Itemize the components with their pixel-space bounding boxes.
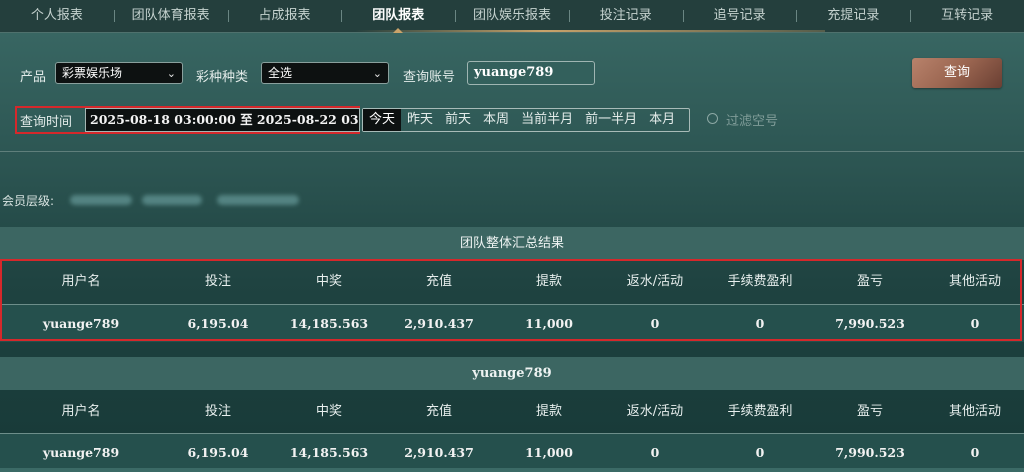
summary-title: 团队整体汇总结果: [0, 227, 1024, 260]
game-type-select-value: 全选: [268, 66, 293, 80]
redacted-text: [217, 195, 299, 205]
quick-range-button[interactable]: 本周: [477, 109, 515, 131]
redacted-text: [70, 195, 132, 205]
column-header: 用户名: [61, 404, 101, 419]
detail-header-row: 用户名 投注 中奖 充值 提款 返水/活动 手续费盈利 盈亏 其他活动: [0, 390, 1024, 433]
tab-item[interactable]: 充提记录: [796, 0, 910, 32]
product-select-value: 彩票娱乐场: [62, 66, 123, 80]
table-cell: yuange789: [42, 445, 120, 460]
member-level-label: 会员层级:: [2, 194, 55, 208]
time-range-input[interactable]: 2025-08-18 03:00:00 至 2025-08-22 03:00:0…: [85, 108, 360, 132]
column-header: 中奖: [315, 404, 342, 419]
quick-range-button[interactable]: 当前半月: [515, 109, 579, 131]
game-type-select[interactable]: 全选 ⌄: [261, 62, 389, 84]
table-cell: 14,185.563: [289, 445, 369, 460]
query-button[interactable]: 查询: [912, 58, 1002, 88]
chevron-down-icon: ⌄: [166, 67, 176, 80]
tab-item[interactable]: 个人报表: [0, 0, 114, 32]
quick-range-button[interactable]: 前天: [439, 109, 477, 131]
active-tab-underline: [355, 30, 825, 32]
report-tabs: 个人报表 团队体育报表 占成报表 团队报表 团队娱乐报表 投注记录 追号记录 充提记录 互转记录: [0, 0, 1024, 33]
table-cell: 0: [650, 445, 660, 460]
table-cell: 0: [755, 445, 765, 460]
column-header: 提款: [535, 404, 562, 419]
table-cell: 7,990.523: [835, 445, 905, 460]
account-input[interactable]: yuange789: [467, 61, 595, 85]
redacted-text: [142, 195, 202, 205]
game-type-label: 彩种种类: [196, 70, 249, 85]
tab-item[interactable]: 追号记录: [682, 0, 797, 32]
tab-item[interactable]: 占成报表: [227, 0, 342, 32]
column-header: 其他活动: [948, 404, 1001, 419]
quick-range-button[interactable]: 本月: [643, 109, 681, 131]
filter-empty-label[interactable]: 过滤空号: [726, 110, 778, 129]
column-header: 充值: [425, 404, 452, 419]
table-cell: 2,910.437: [404, 445, 474, 460]
detail-data-row: yuange789 6,195.04 14,185.563 2,910.437 11,0…: [0, 434, 1024, 472]
product-label: 产品: [20, 70, 47, 85]
product-select[interactable]: 彩票娱乐场 ⌄: [55, 62, 183, 84]
highlight-box-summary: [0, 259, 1022, 341]
quick-range-button[interactable]: 前一半月: [579, 109, 643, 131]
tab-item[interactable]: 投注记录: [568, 0, 683, 32]
chevron-down-icon: ⌄: [372, 67, 382, 80]
tab-item[interactable]: 互转记录: [910, 0, 1024, 32]
tab-item[interactable]: 团队娱乐报表: [455, 0, 569, 32]
divider: [0, 151, 1024, 152]
tab-item[interactable]: 团队报表: [341, 0, 455, 33]
account-label: 查询账号: [403, 70, 456, 85]
column-header: 投注: [204, 404, 231, 419]
quick-range-group: 今天 昨天 前天 本周 当前半月 前一半月 本月: [362, 108, 690, 132]
filter-empty-radio[interactable]: [707, 113, 718, 124]
table-cell: 6,195.04: [187, 445, 249, 460]
column-header: 盈亏: [856, 404, 883, 419]
column-header: 返水/活动: [626, 404, 684, 419]
table-cell: 0: [970, 445, 980, 460]
quick-range-button[interactable]: 昨天: [401, 109, 439, 131]
detail-title: yuange789: [0, 357, 1024, 390]
table-cell: 11,000: [525, 445, 573, 460]
tab-item[interactable]: 团队体育报表: [113, 0, 228, 32]
quick-range-button[interactable]: 今天: [363, 109, 402, 131]
column-header: 手续费盈利: [727, 404, 793, 419]
